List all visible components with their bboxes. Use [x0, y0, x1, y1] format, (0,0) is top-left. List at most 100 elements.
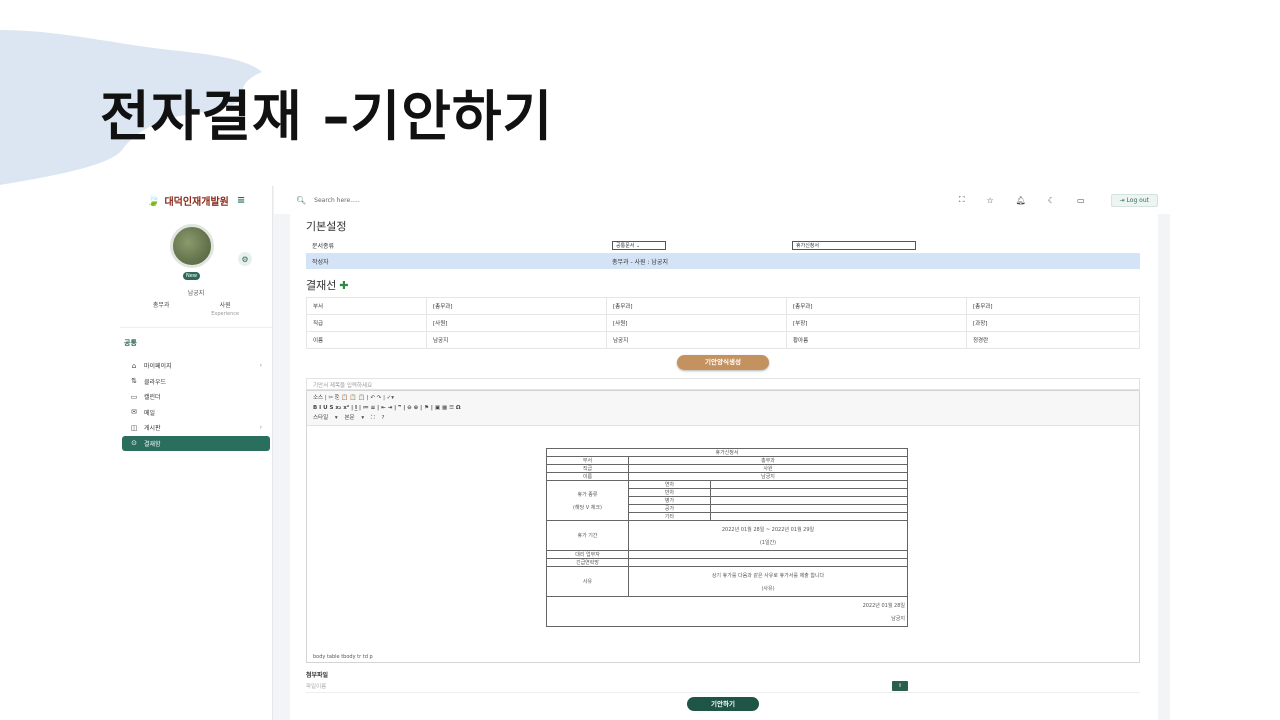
leave-form-document: 휴가신청서 부서 총무과 직급 사원 이름 남궁지 휴가 종류 (해당 V 체크) 연… — [546, 448, 908, 627]
toolbar-row-1[interactable]: 소스 | ✂ ⎘ 📋 📋 📋 | ↶ ↷ | ✓▾ — [313, 393, 1133, 403]
format-dropdown[interactable]: 본문 ▾ — [344, 415, 364, 421]
doc-type-value: 공통문서 — [616, 243, 635, 249]
table-cell: [총무과] — [966, 297, 1140, 315]
doc-value[interactable] — [628, 558, 908, 567]
format-label: 본문 — [344, 415, 355, 421]
help-icon[interactable]: ? — [381, 415, 384, 421]
leave-type-check[interactable] — [710, 496, 908, 505]
sidebar-item-calendar[interactable]: ▭ 캘린더 — [122, 389, 270, 405]
rich-text-editor[interactable]: 소스 | ✂ ⎘ 📋 📋 📋 | ↶ ↷ | ✓▾ B I U S x₂ x² … — [306, 390, 1140, 663]
board-icon: ◫ — [130, 423, 138, 432]
sidebar-item-approval[interactable]: ⊙ 결재함 — [122, 435, 270, 451]
style-label: 스타일 — [313, 415, 329, 421]
add-approver-icon[interactable]: ✚ — [339, 279, 348, 292]
settings-icon[interactable]: ⚙ — [238, 252, 252, 266]
leave-type: 공가 — [628, 504, 711, 513]
chevron-right-icon: › — [259, 362, 262, 370]
logout-button[interactable]: ⇥ Log out — [1110, 193, 1158, 207]
search-icon[interactable]: 🔍︎ — [296, 196, 306, 205]
leave-type: 기타 — [628, 512, 711, 521]
attach-title: 첨부파일 — [306, 672, 329, 679]
maximize-icon[interactable]: ⛶ — [371, 415, 375, 421]
table-cell: [부장] — [786, 314, 967, 332]
writer-row: 작성자 총무과 - 사원 : 남궁지 — [306, 253, 1140, 269]
chat-icon[interactable]: ▭ — [1077, 196, 1085, 205]
sidebar-item-mypage[interactable]: ⌂ 마이페이지 › — [122, 358, 270, 374]
subject-input[interactable]: 기안서 제목을 입력하세요 — [306, 378, 1140, 390]
writer-value: 총무과 - 사원 : 남궁지 — [612, 258, 668, 266]
doc-label: 대리 업무자 — [546, 550, 629, 559]
table-cell: [총무과] — [786, 297, 967, 315]
doc-title: 휴가신청서 — [546, 448, 908, 457]
calendar-icon: ▭ — [130, 392, 138, 401]
leave-type: 연차 — [628, 480, 711, 489]
leave-days: (1일간) — [759, 539, 777, 546]
doc-value: 2022년 01월 28일 ~ 2022년 01월 29일 (1일간) — [628, 520, 908, 551]
sidebar-item-label: 마이페이지 — [144, 363, 172, 371]
leave-type-check[interactable] — [710, 512, 908, 521]
leave-type: 병가 — [628, 496, 711, 505]
avatar[interactable] — [170, 224, 214, 268]
sidebar-item-board[interactable]: ◫ 게시판 › — [122, 420, 270, 436]
style-dropdown[interactable]: 스타일 ▾ — [313, 415, 338, 421]
leave-type-check[interactable] — [710, 480, 908, 489]
doc-value[interactable] — [628, 550, 908, 559]
reason-text: 상기 휴가를 다음과 같은 사유로 휴가서를 제출 합니다 — [711, 572, 825, 579]
form-select[interactable]: 휴가신청서 — [792, 241, 916, 250]
user-info: 총무과 사원 Experience — [120, 298, 272, 317]
table-cell: 직급 — [306, 314, 427, 332]
doc-type-select[interactable]: 공통문서 ⌄ — [612, 241, 666, 250]
doc-label: 사유 — [546, 566, 629, 597]
home-icon: ⌂ — [131, 361, 137, 370]
doc-type-label: 문서종류 — [312, 243, 335, 250]
logo-leaf-icon: 🍃 — [146, 193, 161, 207]
leave-type-check[interactable] — [710, 504, 908, 513]
doc-date: 2022년 01월 28일 — [862, 602, 905, 609]
leave-period: 2022년 01월 28일 ~ 2022년 01월 29일 — [721, 526, 815, 533]
search-input[interactable]: Search here..... — [314, 197, 360, 204]
new-badge: New — [183, 272, 200, 280]
file-name-input[interactable]: 파일이름 — [306, 682, 326, 690]
leave-type: 반차 — [628, 488, 711, 497]
slide: 전자결재 –기안하기 🍃 대덕인재개발원 ≡ New ⚙ 남궁지 총무과 사원 … — [0, 0, 1280, 720]
user-name: 남궁지 — [187, 290, 205, 297]
logo[interactable]: 🍃 대덕인재개발원 ≡ — [120, 186, 272, 214]
bell-icon[interactable]: 🔔︎ — [1016, 196, 1026, 205]
create-form-button[interactable]: 기안양식생성 — [677, 355, 769, 370]
sidebar-item-label: 캘린더 — [144, 394, 161, 402]
sidebar-item-cloud[interactable]: ⇅ 클라우드 — [122, 374, 270, 390]
doc-label: 직급 — [546, 464, 629, 473]
cloud-icon: ⇅ — [131, 377, 137, 386]
user-position: 사원 — [219, 302, 231, 309]
sidebar-section-title: 공통 — [124, 339, 137, 347]
table-cell: [과장] — [966, 314, 1140, 332]
table-cell: 남궁지 — [606, 331, 787, 349]
chevron-right-icon: › — [259, 424, 262, 432]
menu-toggle-icon[interactable]: ≡ — [237, 195, 245, 206]
upload-icon[interactable]: ⇪ — [892, 680, 908, 691]
submit-button[interactable]: 기안하기 — [687, 697, 759, 711]
approval-line-title: 결재선 — [306, 279, 337, 292]
profile: New ⚙ 남궁지 — [120, 214, 272, 298]
star-icon[interactable]: ☆ — [987, 196, 994, 205]
leave-type-hint: (해당 V 체크) — [573, 504, 602, 511]
approval-line-table: 부서 [총무과] [총무과] [총무과] [총무과] 직급 [사원] [사원] … — [306, 297, 1140, 349]
doc-footer: 2022년 01월 28일 남궁지 — [546, 596, 908, 627]
logout-icon: ⇥ — [1119, 196, 1125, 204]
slide-title: 전자결재 –기안하기 — [100, 85, 554, 148]
toolbar-row-2[interactable]: B I U S x₂ x² | I̲ | ≔ ≡ | ⇤ ⇥ | ❞ | ⊖ ⊕… — [313, 403, 1133, 413]
sidebar-item-label: 결재함 — [144, 440, 161, 448]
table-cell: 이름 — [306, 331, 427, 349]
fullscreen-icon[interactable]: ⛶ — [959, 195, 965, 205]
leave-type-check[interactable] — [710, 488, 908, 497]
table-cell: 정경란 — [966, 331, 1140, 349]
mail-icon: ✉ — [131, 408, 137, 417]
doc-type-row: 문서종류 공통문서 ⌄ 휴가신청서 — [306, 238, 1140, 253]
topbar: 🔍︎ Search here..... ⛶ ☆ 🔔︎ ☾ ▭ ⇥ Log out — [274, 186, 1170, 214]
doc-value: 총무과 — [628, 456, 908, 465]
moon-icon[interactable]: ☾ — [1048, 196, 1055, 205]
attach-row: 파일이름 ⇪ — [306, 679, 1140, 693]
editor-path-bar: body table tbody tr td p — [313, 654, 373, 660]
sidebar-item-mail[interactable]: ✉ 메일 — [122, 405, 270, 421]
doc-label: 휴가 기간 — [546, 520, 629, 551]
